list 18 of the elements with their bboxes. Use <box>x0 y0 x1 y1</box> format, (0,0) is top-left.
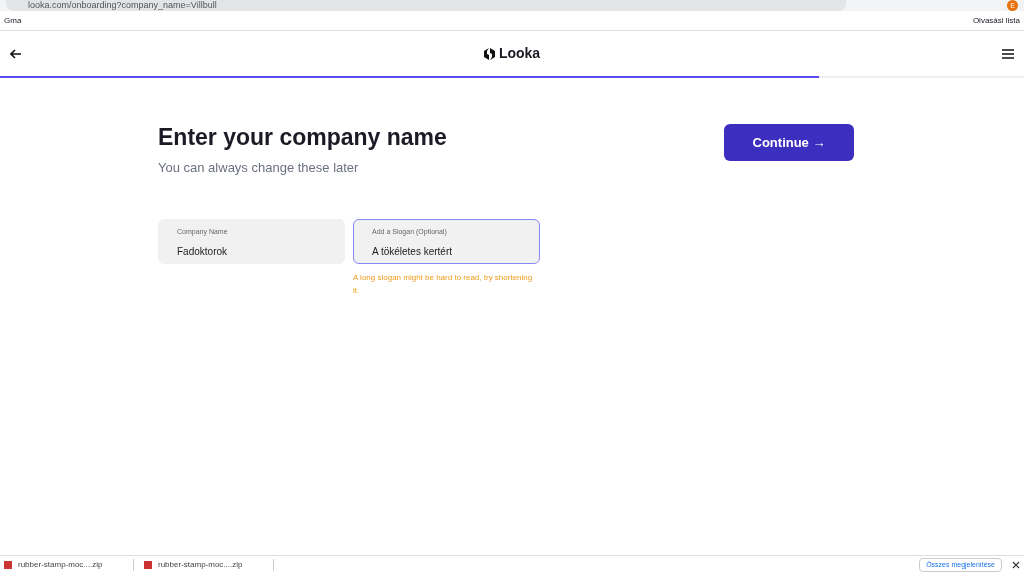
warning-message: A long slogan might be hard to read, try shortening it. <box>353 272 534 297</box>
download-item[interactable]: rubber-stamp-moc....zip <box>18 559 103 571</box>
page-title: Enter your company name <box>158 124 447 152</box>
subtitle: You can always change these later <box>158 158 360 177</box>
close-icon[interactable] <box>1012 561 1020 569</box>
address-bar[interactable]: looka.com/onboarding?company_name=Villbull <box>6 0 846 11</box>
file-icon <box>4 561 12 569</box>
input-field[interactable]: Fadoktorok <box>177 243 332 259</box>
file-icon <box>144 561 152 569</box>
download-item[interactable]: rubber-stamp-moc....zip <box>158 559 243 571</box>
back-icon[interactable] <box>10 48 22 59</box>
continue-button[interactable]: Continue → <box>724 124 854 161</box>
input-field[interactable]: A tökéletes kertért <box>372 243 527 259</box>
logo-icon <box>483 47 495 60</box>
logo-text: Looka <box>498 44 541 63</box>
menu-icon[interactable] <box>1002 48 1014 59</box>
bookmark-link[interactable]: Gma <box>4 14 22 27</box>
reading-list-button[interactable]: Olvasási lista <box>972 14 1020 27</box>
